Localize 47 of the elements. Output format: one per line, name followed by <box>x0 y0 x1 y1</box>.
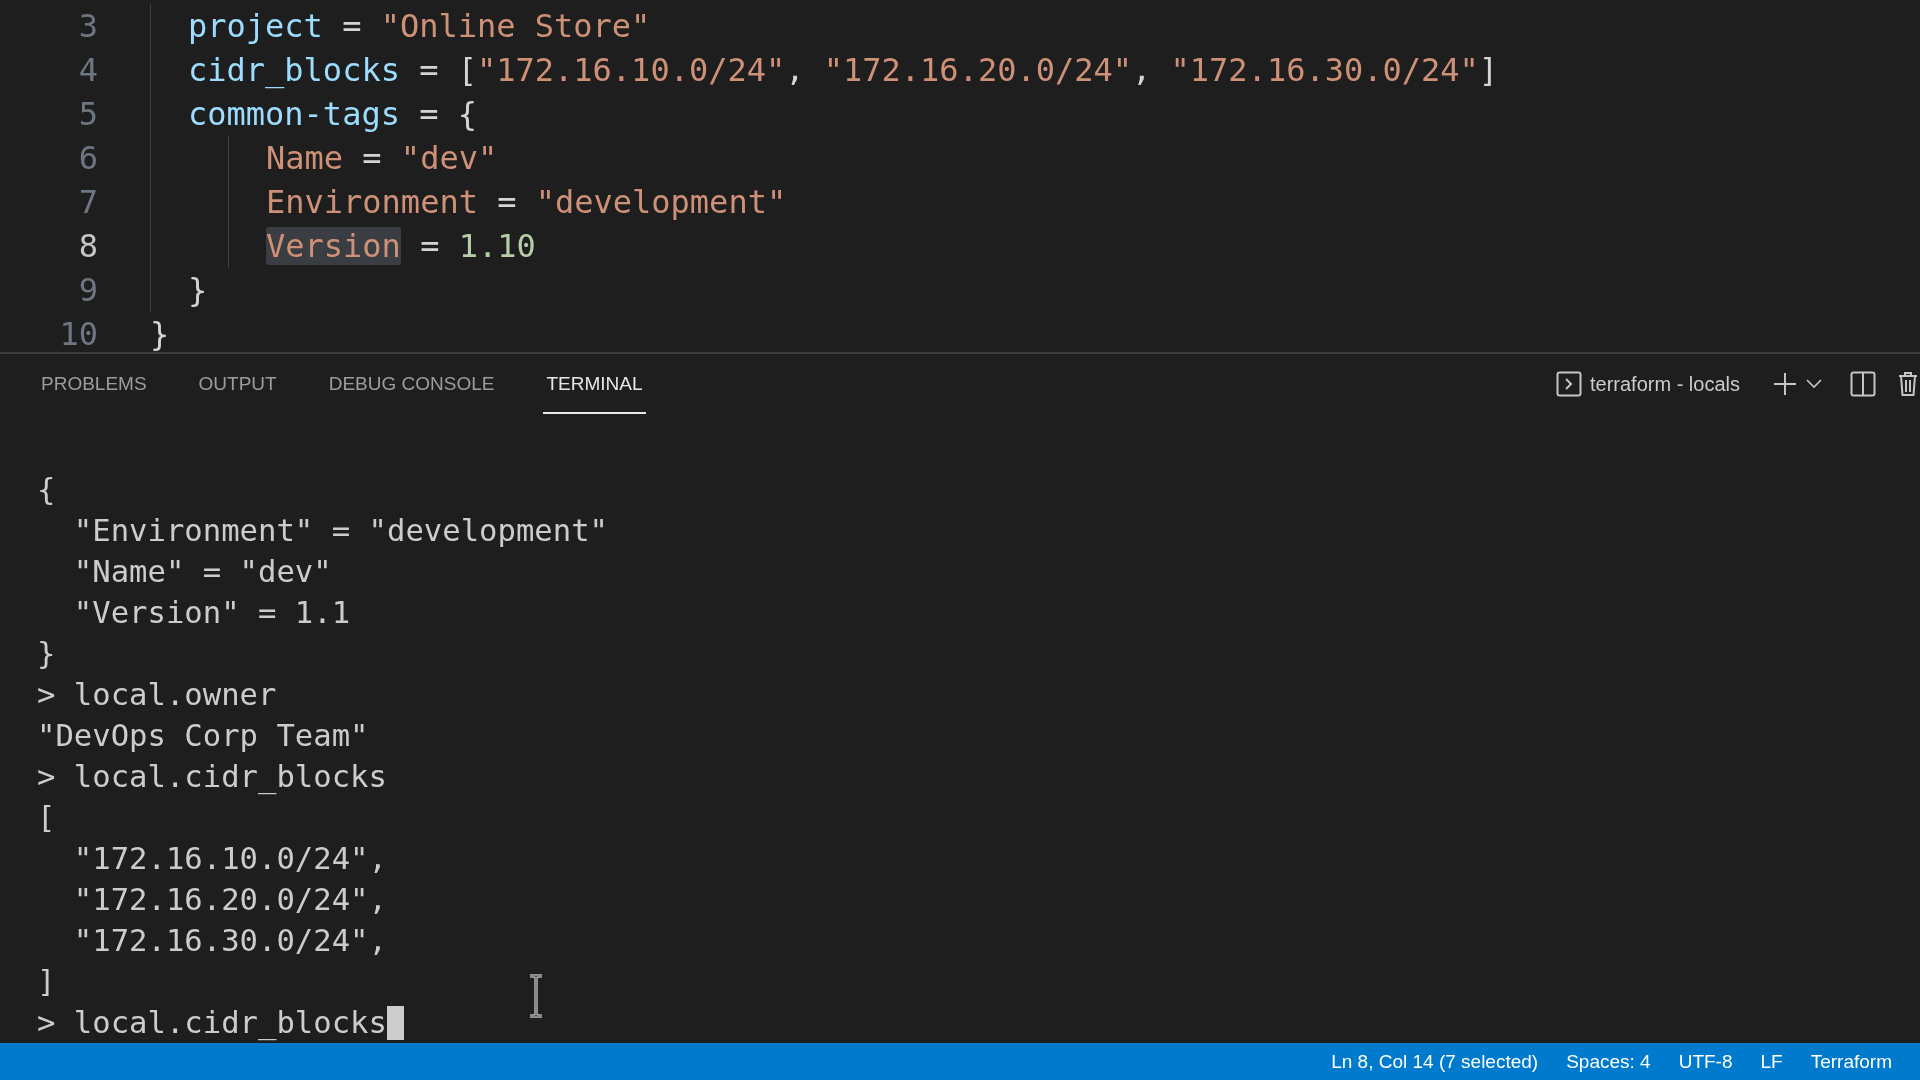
text-cursor-icon <box>528 974 544 1018</box>
code-line: } <box>188 271 208 309</box>
status-item[interactable]: LF <box>1760 1050 1783 1073</box>
code-line: project = "Online Store" <box>188 7 651 45</box>
status-item[interactable]: UTF-8 <box>1678 1050 1733 1073</box>
terminal-line: "Version" = 1.1 <box>72 594 351 632</box>
terminal-input[interactable]: > local.cidr_blocks <box>37 1002 387 1043</box>
status-item[interactable]: Terraform <box>1810 1050 1892 1073</box>
line-number: 10 <box>58 315 98 352</box>
terminal-line: ] <box>37 963 56 1001</box>
terminal-line: > local.cidr_blocks <box>37 758 387 797</box>
terminal-cursor <box>386 1005 404 1040</box>
terminal-name[interactable]: terraform - locals <box>1589 372 1740 396</box>
line-number: 9 <box>77 271 98 309</box>
status-item[interactable]: Ln 8, Col 14 (7 selected) <box>1331 1050 1539 1073</box>
terminal-line: "Environment" = "development" <box>72 512 608 550</box>
line-number: 7 <box>77 183 98 221</box>
line-number: 4 <box>77 51 98 89</box>
terminal-line: } <box>37 635 56 673</box>
code-line: Name = "dev" <box>266 139 498 177</box>
new-terminal-button[interactable] <box>1772 371 1798 397</box>
terminal-line: "172.16.10.0/24", <box>72 840 387 878</box>
line-number: 5 <box>77 95 98 133</box>
terminal-line: "172.16.30.0/24", <box>72 922 387 960</box>
terminal-icon <box>1555 371 1582 397</box>
status-item[interactable]: Spaces: 4 <box>1566 1050 1651 1073</box>
code-line: } <box>150 315 170 352</box>
code-line: Environment = "development" <box>266 183 787 221</box>
terminal-line: { <box>37 471 56 509</box>
terminal-line: > local.owner <box>37 676 277 714</box>
panel-tab[interactable]: DEBUG CONSOLE <box>325 354 498 414</box>
code-line: common-tags = { <box>188 95 477 133</box>
chevron-down-icon[interactable] <box>1806 379 1822 389</box>
terminal-line: "DevOps Corp Team" <box>37 717 369 755</box>
panel-tab[interactable]: PROBLEMS <box>38 354 150 414</box>
line-number: 3 <box>77 7 98 45</box>
terminal-line: [ <box>37 799 56 837</box>
terminal-line: "172.16.20.0/24", <box>72 881 387 919</box>
trash-icon[interactable] <box>1898 371 1918 397</box>
panel-tab[interactable]: OUTPUT <box>195 354 280 414</box>
code-line: cidr_blocks = ["172.16.10.0/24", "172.16.20.0/24", "172.16.30.0/24"] <box>188 51 1499 89</box>
panel-tab[interactable]: TERMINAL <box>543 354 646 414</box>
terminal-line: "Name" = "dev" <box>72 553 332 591</box>
line-number: 6 <box>77 139 98 177</box>
line-number: 8 <box>77 227 98 265</box>
split-terminal-button[interactable] <box>1850 371 1876 397</box>
code-line: Version = 1.10 <box>266 227 536 265</box>
